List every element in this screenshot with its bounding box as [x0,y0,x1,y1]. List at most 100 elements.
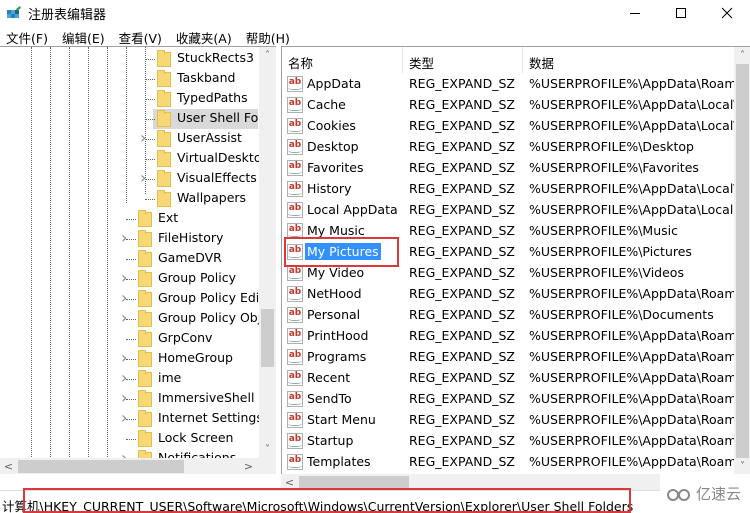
tree-item[interactable]: › Group Policy Objects [0,309,276,329]
expand-chevron-icon[interactable]: › [121,350,131,366]
list-row[interactable]: ab PrintHood REG_EXPAND_SZ %USERPROFILE%\Ap… [282,326,734,347]
tree-scroll-thumb[interactable] [261,309,274,367]
tree-item[interactable]: › Group Policy Editor [0,289,276,309]
tree-connector [126,219,136,220]
folder-icon [157,150,171,167]
string-value-icon: ab [287,118,303,134]
tree-item-label: TypedPaths [177,90,248,105]
folder-icon [157,90,171,107]
list-row[interactable]: ab Local AppData REG_EXPAND_SZ %USERPROFILE… [282,200,734,221]
tree-connector [145,99,155,100]
tree-item[interactable]: TypedPaths [0,89,258,109]
list-row[interactable]: ab SendTo REG_EXPAND_SZ %USERPROFILE%\AppDa… [282,389,734,410]
tree-item-label: ime [158,370,182,385]
minimize-button[interactable] [612,0,658,26]
minimize-icon [630,13,640,14]
expand-chevron-icon[interactable]: › [121,290,131,306]
list-row[interactable]: ab AppData REG_EXPAND_SZ %USERPROFILE%\AppD… [282,74,734,95]
tree-item[interactable]: › VisualEffects [0,169,258,189]
tree-item[interactable]: › HomeGroup [0,349,258,369]
annotation-highlight-my-pictures [284,237,399,267]
list-row[interactable]: ab Programs REG_EXPAND_SZ %USERPROFILE%\App… [282,347,734,368]
tree-item[interactable]: › ImmersiveShell [0,389,258,409]
expand-chevron-icon[interactable]: › [121,370,131,386]
expand-chevron-icon[interactable]: › [121,390,131,406]
string-value-icon: ab [287,349,303,365]
list-row[interactable]: ab Recent REG_EXPAND_SZ %USERPROFILE%\AppDa… [282,368,734,389]
tree-item[interactable]: › UserAssist [0,129,258,149]
tree-hscroll-thumb[interactable] [18,460,184,473]
folder-icon [138,290,152,307]
tree-item-label: GrpConv [158,330,213,345]
column-header-name[interactable]: 名称 [282,47,403,73]
maximize-button[interactable] [658,0,704,26]
tree-item[interactable]: Lock Screen [0,429,258,449]
menu-favorites[interactable]: 收藏夹(A) [170,27,232,47]
tree-connector [145,199,155,200]
tree-connector [145,119,155,120]
tree-item[interactable]: › Internet Settings [0,409,263,429]
tree-item[interactable]: User Shell Folders [0,109,276,129]
list-row[interactable]: ab Desktop REG_EXPAND_SZ %USERPROFILE%\Desk… [282,137,734,158]
tree-item[interactable]: › Group Policy [0,269,258,289]
cell-name: Cookies [307,118,356,133]
folder-icon [138,350,152,367]
expand-chevron-icon[interactable]: › [140,170,150,186]
scroll-up-icon[interactable]: ˄ [734,47,750,64]
list-row[interactable]: ab Favorites REG_EXPAND_SZ %USERPROFILE%\Fa… [282,158,734,179]
expand-chevron-icon[interactable]: › [140,130,150,146]
menu-edit[interactable]: 编辑(E) [56,27,105,47]
tree-item[interactable]: VirtualDesktops [0,149,276,169]
list-row[interactable]: ab NetHood REG_EXPAND_SZ %USERPROFILE%\AppD… [282,284,734,305]
list-row[interactable]: ab Startup REG_EXPAND_SZ %USERPROFILE%\AppD… [282,431,734,452]
cell-name: NetHood [307,286,362,301]
scroll-left-icon[interactable]: < [0,458,17,474]
tree-item[interactable]: Taskband [0,69,258,89]
string-value-icon: ab [287,265,303,281]
scroll-up-icon[interactable]: ˄ [259,47,276,64]
list-row[interactable]: ab Personal REG_EXPAND_SZ %USERPROFILE%\Doc… [282,305,734,326]
list-row[interactable]: ab Cache REG_EXPAND_SZ %USERPROFILE%\AppDat… [282,95,734,116]
tree-vertical-scrollbar[interactable]: ˄ ˅ [259,47,276,458]
list-row[interactable]: ab Cookies REG_EXPAND_SZ %USERPROFILE%\AppD… [282,116,734,137]
string-value-icon: ab [287,433,303,449]
column-header-type[interactable]: 类型 [403,47,523,73]
list-vertical-scrollbar[interactable]: ˄ ˅ [734,47,750,474]
close-button[interactable] [704,0,750,26]
column-header-data[interactable]: 数据 [523,47,734,73]
expand-chevron-icon[interactable]: › [121,310,131,326]
tree-item[interactable]: Wallpapers [0,189,258,209]
scroll-down-icon[interactable]: ˅ [734,458,750,474]
list-row[interactable]: ab Start Menu REG_EXPAND_SZ %USERPROFILE%\A… [282,410,734,431]
tree-item[interactable]: › ime [0,369,258,389]
cell-type: REG_EXPAND_SZ [409,328,515,343]
cell-name: Startup [307,433,354,448]
list-scroll-thumb[interactable] [736,64,749,458]
list-row[interactable]: ab Templates REG_EXPAND_SZ %USERPROFILE%\Ap… [282,452,734,473]
cell-name: PrintHood [307,328,369,343]
tree-item[interactable]: › FileHistory [0,229,258,249]
folder-icon [157,50,171,67]
expand-chevron-icon[interactable]: › [121,230,131,246]
cell-name: AppData [307,76,362,91]
string-value-icon: ab [287,412,303,428]
tree-item[interactable]: GrpConv [0,329,258,349]
menu-help[interactable]: 帮助(H) [240,27,290,47]
list-row[interactable]: ab History REG_EXPAND_SZ %USERPROFILE%\AppD… [282,179,734,200]
menu-view[interactable]: 查看(V) [113,27,162,47]
scroll-right-icon[interactable]: > [240,458,257,474]
folder-icon [138,330,152,347]
string-value-icon: ab [287,391,303,407]
expand-chevron-icon[interactable]: › [121,410,131,426]
cell-type: REG_EXPAND_SZ [409,412,515,427]
tree-item[interactable]: StuckRects3 [0,49,258,69]
scroll-down-icon[interactable]: ˅ [259,441,276,458]
tree-item-label: Wallpapers [177,190,247,205]
expand-chevron-icon[interactable]: › [121,270,131,286]
tree-horizontal-scrollbar[interactable]: < > [0,458,276,474]
folder-icon [157,110,171,127]
tree-item[interactable]: GameDVR [0,249,258,269]
menu-file[interactable]: 文件(F) [0,27,48,47]
tree-item[interactable]: Ext [0,209,258,229]
tree-item-label: GameDVR [158,250,222,265]
